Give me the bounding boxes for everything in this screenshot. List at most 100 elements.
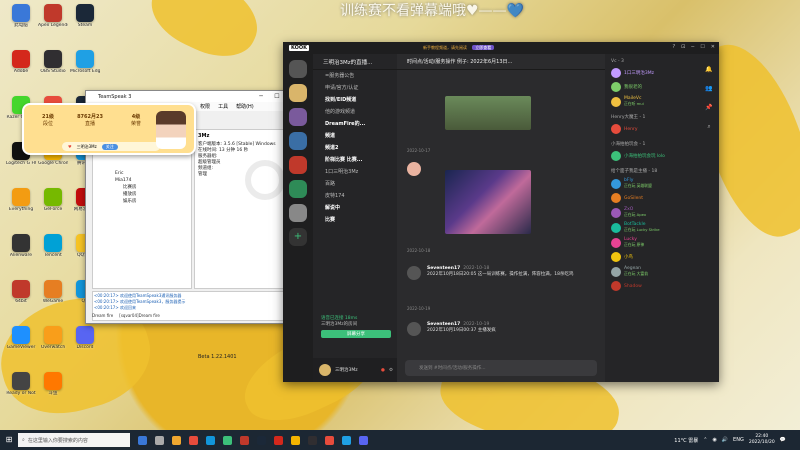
taskbar-app-icon[interactable] (206, 435, 215, 445)
desktop-icon[interactable]: Everything (6, 188, 36, 212)
member-item[interactable]: ZxO 正在玩 Apex (605, 205, 699, 220)
taskbar-app-icon[interactable] (359, 435, 368, 445)
tree-item[interactable]: 娱乐房 (93, 198, 191, 205)
minimize-icon[interactable]: ─ (691, 44, 694, 50)
menu-item[interactable]: 权限 (200, 103, 210, 110)
add-server-icon[interactable]: + (289, 228, 307, 246)
members-icon[interactable]: 👥 (699, 85, 719, 92)
desktop-icon[interactable]: Tencent (38, 234, 68, 258)
channel-item[interactable]: 阶梯比赛 比赛... (313, 154, 397, 166)
server-icon[interactable] (289, 156, 307, 174)
server-icon[interactable] (289, 180, 307, 198)
member-item[interactable]: Shadow (605, 279, 699, 293)
taskbar-app-icon[interactable] (172, 435, 181, 445)
menu-item[interactable]: 工具 (218, 103, 228, 110)
channel-item[interactable]: =服务器公告 (313, 70, 397, 82)
channel-item[interactable]: DreamFire的... (313, 118, 397, 130)
desktop-icon[interactable]: Ready or Not (6, 372, 36, 396)
kook-titlebar[interactable]: KOOK 新手教程频道，请先阅读 立即查看 ? ⊡ ─ ☐ ✕ (283, 42, 719, 54)
start-icon[interactable]: ⊞ (2, 430, 16, 450)
help-icon[interactable]: ? (672, 44, 675, 50)
chat-tab[interactable]: [sqvar04]Dream fire (119, 313, 160, 318)
message-image[interactable] (445, 96, 531, 130)
channel-item[interactable]: 解说中 (313, 202, 397, 214)
desktop-icon[interactable]: WeGame (38, 280, 68, 304)
channel-item[interactable]: 比赛 (313, 214, 397, 226)
menu-item[interactable]: 帮助(H) (236, 103, 254, 110)
tree-item[interactable]: Mia174 (93, 177, 191, 184)
desktop-icon[interactable]: GameViewer (6, 326, 36, 350)
volume-icon[interactable]: 🔊 (722, 437, 728, 443)
member-item[interactable]: GoSilent (605, 191, 699, 205)
channel-item[interactable]: 皮特174 (313, 190, 397, 202)
network-icon[interactable]: ◉ (712, 437, 716, 443)
chat-tab[interactable]: Dream fire (92, 313, 113, 318)
member-item[interactable]: Lucky 正在玩 原神 (605, 235, 699, 250)
taskbar-app-icon[interactable] (189, 435, 198, 445)
desktop-icon[interactable]: 斗鱼 (38, 372, 68, 396)
pin-icon[interactable]: ⊡ (681, 44, 685, 50)
member-item[interactable]: 1口三明治3Mz (605, 66, 699, 80)
member-item[interactable]: MaileVc 正在听 mui (605, 94, 699, 109)
server-name[interactable]: 三明治3Mz的直播... (313, 54, 397, 70)
tree-item[interactable]: Eric (93, 170, 191, 177)
member-item[interactable]: Aegean 正在玩 大富翁 (605, 264, 699, 279)
notification-icon[interactable]: 💬 (780, 437, 786, 443)
channel-item[interactable]: 频道 (313, 130, 397, 142)
message-author[interactable]: Seventeen17 (427, 322, 460, 327)
member-item[interactable]: Henry (605, 122, 699, 136)
channel-item[interactable]: 申请/官方/认证 (313, 82, 397, 94)
member-item[interactable]: 小鸟 (605, 250, 699, 264)
desktop-icon[interactable]: 此电脑 (6, 4, 36, 28)
member-item[interactable]: bFly 正在玩 英雄联盟 (605, 176, 699, 191)
taskbar-app-icon[interactable] (274, 435, 283, 445)
taskbar-app-icon[interactable] (240, 435, 249, 445)
tree-item[interactable]: 比赛房 (93, 184, 191, 191)
desktop-icon[interactable]: OBS Studio (38, 50, 68, 74)
close-icon[interactable]: ✕ (711, 44, 715, 50)
language-indicator[interactable]: ENG (733, 437, 744, 443)
taskbar-app-icon[interactable] (223, 435, 232, 445)
avatar[interactable] (319, 364, 331, 376)
taskbar-search[interactable]: ⌕ 在这里输入你要搜索的内容 (18, 433, 130, 447)
weather-label[interactable]: 11°C 雷暴 (674, 437, 698, 444)
channel-item[interactable]: 频道2 (313, 142, 397, 154)
message-image[interactable] (445, 170, 531, 234)
chat-icon[interactable] (289, 60, 307, 78)
tree-item[interactable]: 播放房 (93, 191, 191, 198)
member-item[interactable]: 我很老的 (605, 80, 699, 94)
chevron-up-icon[interactable]: ⌃ (703, 437, 707, 443)
taskbar-app-icon[interactable] (291, 435, 300, 445)
channel-item[interactable]: 找到/EID频道 (313, 94, 397, 106)
minimize-icon[interactable]: ─ (253, 93, 269, 100)
channel-item[interactable]: 1口三明治3Mz (313, 166, 397, 178)
message-author[interactable]: Seventeen17 (427, 266, 460, 271)
channel-item[interactable]: 百路 (313, 178, 397, 190)
follow-button[interactable]: 关注 (101, 143, 118, 150)
clock[interactable]: 22:40 2022/10/20 (749, 434, 775, 446)
taskbar-app-icon[interactable] (155, 435, 164, 445)
server-icon[interactable] (289, 84, 307, 102)
taskbar-app-icon[interactable] (325, 435, 334, 445)
member-item[interactable]: 小海拍拍玩会玩 lolo (605, 149, 699, 163)
search-icon[interactable]: ⌕ (699, 123, 719, 131)
taskbar-app-icon[interactable] (257, 435, 266, 445)
desktop-icon[interactable]: Discord (70, 326, 100, 350)
server-icon[interactable] (289, 204, 307, 222)
taskbar-app-icon[interactable] (138, 435, 147, 445)
taskbar-app-icon[interactable] (342, 435, 351, 445)
pin-icon[interactable]: 📌 (699, 104, 719, 111)
desktop-icon[interactable]: Overwatch (38, 326, 68, 350)
maximize-icon[interactable]: ☐ (700, 44, 704, 50)
server-icon[interactable] (289, 132, 307, 150)
message-input[interactable]: 发送到 #时间点/活动/服务操作... (405, 360, 597, 376)
desktop-icon[interactable]: Steam (70, 4, 100, 28)
desktop-icon[interactable]: Adobe (6, 50, 36, 74)
desktop-icon[interactable]: GeForce (38, 188, 68, 212)
desktop-icon[interactable]: 64bit (6, 280, 36, 304)
server-icon[interactable] (289, 108, 307, 126)
bell-icon[interactable]: 🔔 (699, 66, 719, 73)
desktop-icon[interactable]: Alienware (6, 234, 36, 258)
mic-icon[interactable]: ● (381, 368, 385, 373)
teamspeak-titlebar[interactable]: TeamSpeak 3 ─ ☐ ✕ (86, 91, 301, 102)
